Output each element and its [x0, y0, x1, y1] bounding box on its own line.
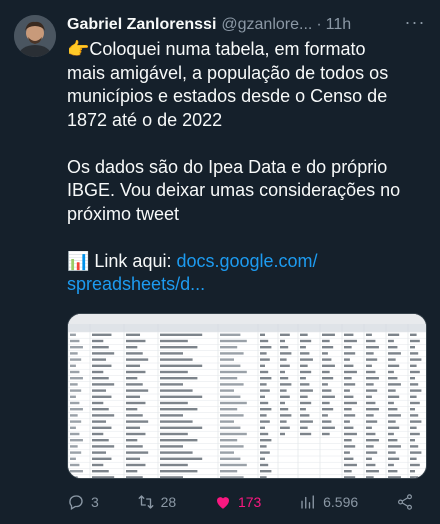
- more-options-icon[interactable]: ···: [402, 12, 428, 33]
- tweet-header: Gabriel Zanlorenssi @gzanlore... · 11h ·…: [67, 12, 430, 36]
- link-prefix: 📊 Link aqui:: [67, 250, 177, 271]
- views-button[interactable]: 6.596: [299, 493, 358, 511]
- spreadsheet-link[interactable]: docs.google.com/: [176, 251, 317, 271]
- views-count: 6.596: [323, 494, 359, 510]
- link-line: spreadsheets/d...: [67, 273, 433, 297]
- retweet-icon: [138, 495, 154, 509]
- tweet[interactable]: Gabriel Zanlorenssi @gzanlore... · 11h ·…: [0, 0, 440, 524]
- avatar[interactable]: [14, 15, 56, 57]
- spreadsheet-link-cont[interactable]: spreadsheets/d...: [67, 274, 205, 294]
- reply-count: 3: [91, 494, 99, 510]
- link-line: 📊 Link aqui: docs.google.com/: [67, 250, 433, 274]
- views-icon: [301, 495, 315, 509]
- retweet-count: 28: [160, 494, 177, 510]
- like-count: 173: [237, 494, 262, 510]
- share-button[interactable]: [396, 493, 420, 511]
- reply-icon: [69, 495, 83, 510]
- text-line: 👉Coloquei numa tabela, em formato: [67, 39, 366, 59]
- heart-icon: [216, 497, 229, 509]
- text-line: mais amigável, a população de todos os: [67, 62, 389, 83]
- action-bar: 3 28 173 6.596: [67, 490, 420, 514]
- author-handle[interactable]: @gzanlore...: [221, 16, 312, 34]
- text-line: IBGE. Vou deixar umas considerações no: [67, 180, 401, 200]
- spreadsheet-screenshot: [68, 314, 426, 478]
- text-line: Os dados são do Ipea Data e do próprio: [67, 156, 388, 177]
- avatar-photo: [14, 15, 56, 57]
- tweet-text: 👉Coloquei numa tabela, em formato mais a…: [67, 38, 433, 297]
- reply-button[interactable]: 3: [67, 493, 99, 511]
- like-button[interactable]: 173: [214, 493, 261, 511]
- text-line: municípios e estados desde o Censo de: [67, 86, 388, 106]
- spreadsheet-image[interactable]: [67, 313, 427, 479]
- author-name[interactable]: Gabriel Zanlorenssi: [67, 16, 216, 34]
- separator-dot: ·: [316, 16, 322, 33]
- retweet-button[interactable]: 28: [137, 493, 177, 511]
- text-line: 1872 até o de 2022: [67, 109, 223, 130]
- share-icon: [397, 494, 412, 510]
- timestamp[interactable]: 11h: [326, 16, 352, 34]
- text-line: próximo tweet: [67, 203, 180, 224]
